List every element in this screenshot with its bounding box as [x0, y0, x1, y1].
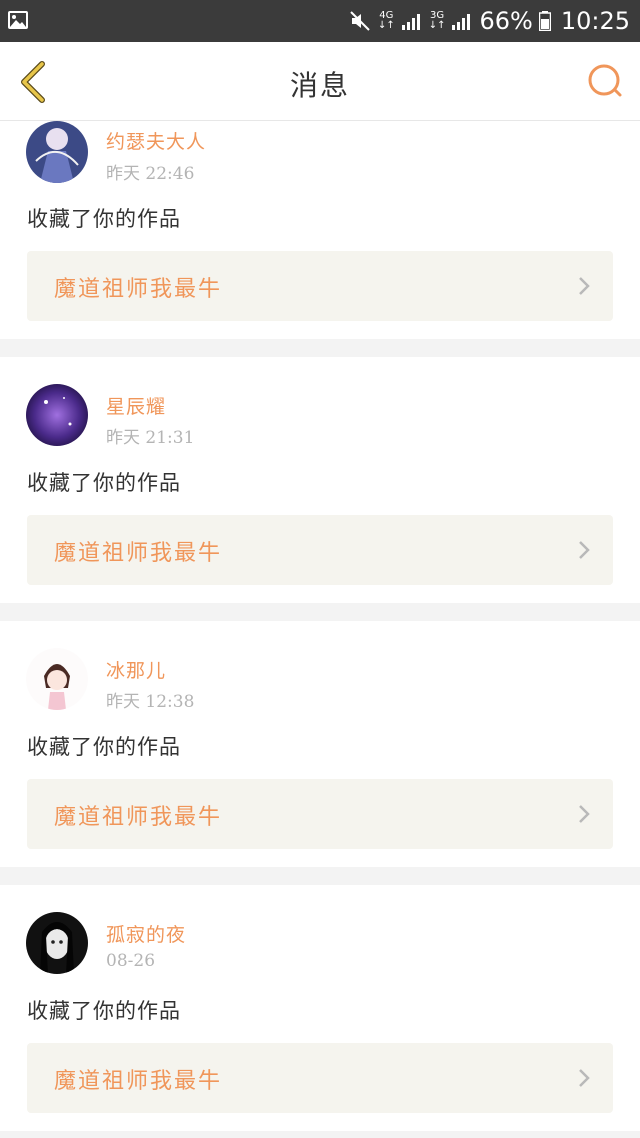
- message-time: 08-26: [106, 951, 156, 971]
- message-action: 收藏了你的作品: [27, 471, 181, 495]
- username[interactable]: 孤寂的夜: [106, 920, 186, 947]
- message-action: 收藏了你的作品: [27, 999, 181, 1023]
- message-time: 昨天 21:31: [106, 428, 195, 448]
- work-link[interactable]: 魔道祖师我最牛: [27, 1043, 613, 1113]
- avatar[interactable]: [26, 648, 88, 710]
- message-action: 收藏了你的作品: [27, 735, 181, 759]
- avatar[interactable]: [26, 384, 88, 446]
- avatar[interactable]: [26, 121, 88, 183]
- network-4g-label: 4G ↓↑: [377, 10, 395, 31]
- chevron-right-icon: [579, 277, 590, 295]
- network-3g-label: 3G ↓↑: [428, 10, 446, 31]
- signal-icon-2: [452, 14, 471, 30]
- status-bar: 4G ↓↑ 3G ↓↑ 66% 10:25: [0, 0, 640, 42]
- username[interactable]: 约瑟夫大人: [106, 127, 206, 154]
- work-title: 魔道祖师我最牛: [54, 277, 223, 302]
- battery-icon: [538, 11, 551, 31]
- work-link[interactable]: 魔道祖师我最牛: [27, 779, 613, 849]
- work-title: 魔道祖师我最牛: [54, 541, 223, 566]
- work-link[interactable]: 魔道祖师我最牛: [27, 515, 613, 585]
- work-title: 魔道祖师我最牛: [54, 1069, 223, 1094]
- message-time: 昨天 22:46: [106, 164, 195, 184]
- message-card: 约瑟夫大人 昨天 22:46 收藏了你的作品 魔道祖师我最牛: [0, 121, 640, 339]
- page-title: 消息: [289, 69, 350, 102]
- message-action: 收藏了你的作品: [27, 207, 181, 231]
- mute-icon: [350, 11, 370, 31]
- chevron-right-icon: [579, 1069, 590, 1087]
- clock: 10:25: [560, 7, 630, 35]
- work-title: 魔道祖师我最牛: [54, 805, 223, 830]
- work-link[interactable]: 魔道祖师我最牛: [27, 251, 613, 321]
- search-icon[interactable]: [586, 62, 624, 100]
- signal-icon: [401, 14, 420, 30]
- chevron-right-icon: [579, 805, 590, 823]
- avatar[interactable]: [26, 912, 88, 974]
- message-card: 星辰耀 昨天 21:31 收藏了你的作品 魔道祖师我最牛: [0, 357, 640, 603]
- message-card: 冰那儿 昨天 12:38 收藏了你的作品 魔道祖师我最牛: [0, 621, 640, 867]
- message-time: 昨天 12:38: [106, 692, 195, 712]
- username[interactable]: 冰那儿: [106, 656, 166, 683]
- battery-percent: 66%: [479, 7, 533, 35]
- image-icon: [8, 11, 28, 29]
- username[interactable]: 星辰耀: [106, 392, 166, 419]
- chevron-right-icon: [579, 541, 590, 559]
- message-card: 孤寂的夜 08-26 收藏了你的作品 魔道祖师我最牛: [0, 885, 640, 1131]
- navigation-bar: 消息: [0, 42, 640, 121]
